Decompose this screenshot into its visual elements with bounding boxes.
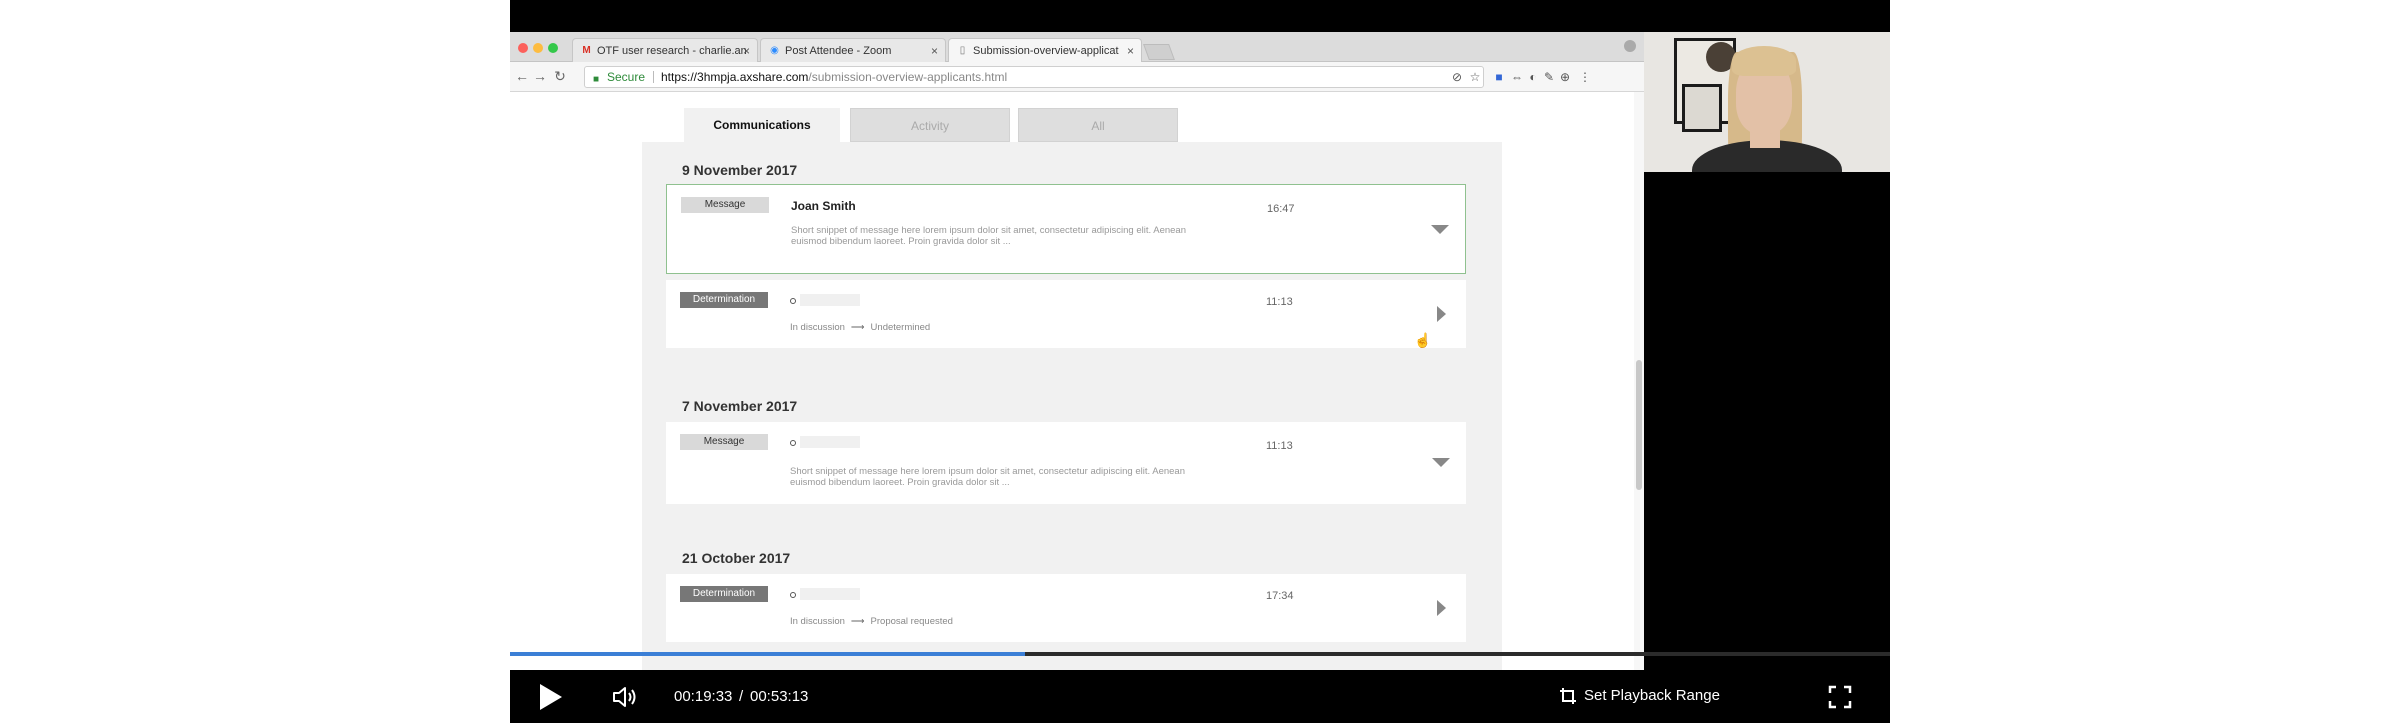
expand-chevron-right-icon[interactable] (1437, 306, 1446, 322)
redacted-name (800, 436, 860, 448)
tab-all[interactable]: All (1018, 108, 1178, 142)
extension-icon[interactable]: ✎ (1542, 70, 1556, 84)
extension-icon[interactable]: ■ (1492, 70, 1506, 84)
browser-tab-submission[interactable]: ▯ Submission-overview-applicat × (948, 38, 1142, 62)
browser-tab-gmail[interactable]: M OTF user research - charlie.an × (572, 38, 758, 62)
redacted-name (800, 588, 860, 600)
status-to: Undetermined (870, 322, 931, 333)
wall-picture-frame (1682, 84, 1722, 132)
status-to: Proposal requested (870, 616, 953, 627)
video-player[interactable]: M OTF user research - charlie.an × ◉ Pos… (510, 0, 1890, 723)
mouse-pointer-icon: ☝ (1414, 332, 1432, 348)
video-player-page: M OTF user research - charlie.an × ◉ Pos… (0, 0, 2400, 723)
status-change: In discussion ⟶ Undetermined (790, 322, 930, 333)
browser-tab-label: OTF user research - charlie.an (597, 45, 747, 57)
browser-menu-icon[interactable]: ⋮ (1578, 70, 1592, 84)
determination-card[interactable]: Determination In discussion ⟶ Proposal req… (666, 574, 1466, 642)
scrollbar-thumb[interactable] (1636, 360, 1642, 490)
date-heading: 7 November 2017 (682, 398, 1450, 424)
gmail-icon: M (582, 45, 591, 56)
tab-activity[interactable]: Activity (850, 108, 1010, 142)
new-tab-button[interactable] (1143, 44, 1175, 60)
crop-icon[interactable] (1559, 687, 1577, 705)
status-from: In discussion (790, 616, 845, 627)
browser-tab-label: Post Attendee - Zoom (785, 45, 892, 57)
webcam-video (1644, 32, 1890, 172)
sender-name: Joan Smith (791, 199, 856, 213)
back-icon[interactable]: ← (514, 68, 530, 84)
minimize-window-icon[interactable] (533, 43, 543, 53)
tab-communications[interactable]: Communications (684, 108, 840, 142)
status-change: In discussion ⟶ Proposal requested (790, 616, 953, 627)
expand-chevron-right-icon[interactable] (1437, 600, 1446, 616)
page-icon: ▯ (959, 45, 966, 56)
extension-icon[interactable]: ⇔ (1510, 70, 1524, 84)
browser-tab-label: Submission-overview-applicat (973, 45, 1119, 57)
close-tab-icon[interactable]: × (931, 39, 938, 62)
communications-feed: 9 November 2017 Message Joan Smith Short… (642, 142, 1502, 670)
address-separator (653, 71, 654, 83)
person-hair (1732, 46, 1796, 76)
browser-toolbar: ← → ↻ ■ Secure https://3hmpja.axshare.co… (510, 62, 1644, 92)
bookmark-star-icon[interactable]: ☆ (1468, 70, 1482, 84)
arrow-right-icon: ⟶ (850, 616, 865, 627)
determination-badge: Determination (680, 586, 768, 602)
close-tab-icon[interactable]: × (1127, 39, 1134, 62)
zoom-search-icon[interactable]: ⊕ (1558, 70, 1572, 84)
lock-icon: ■ (593, 74, 600, 85)
close-window-icon[interactable] (518, 43, 528, 53)
message-snippet: Short snippet of message here lorem ipsu… (790, 466, 1185, 488)
url-path: /submission-overview-applicants.html (808, 70, 1008, 84)
extension-icon[interactable]: ◐ (1526, 70, 1540, 84)
player-controls: 00:19:33 / 00:53:13 Set Playback Range (510, 670, 1890, 723)
message-badge: Message (680, 434, 768, 450)
message-time: 16:47 (1267, 203, 1295, 215)
time-separator: / (739, 688, 744, 705)
status-from: In discussion (790, 322, 845, 333)
forward-icon[interactable]: → (532, 68, 548, 84)
current-time: 00:19:33 (674, 688, 733, 705)
address-bar[interactable]: ■ Secure https://3hmpja.axshare.com/subm… (584, 66, 1484, 88)
status-dot-icon (790, 440, 796, 446)
message-snippet: Short snippet of message here lorem ipsu… (791, 225, 1186, 247)
determination-badge: Determination (680, 292, 768, 308)
close-tab-icon[interactable]: × (743, 39, 750, 62)
play-icon[interactable] (540, 684, 562, 710)
arrow-right-icon: ⟶ (850, 322, 865, 333)
determination-time: 17:34 (1266, 590, 1294, 602)
fullscreen-icon[interactable] (1828, 685, 1852, 709)
page-tabs: Communications Activity All (684, 108, 1184, 142)
redacted-name (800, 294, 860, 306)
message-card[interactable]: Message Short snippet of message here lo… (666, 422, 1466, 504)
zoom-icon: ◉ (770, 45, 779, 56)
page-scrollbar[interactable] (1634, 92, 1644, 670)
url-text: https://3hmpja.axshare.com/submission-ov… (661, 67, 1007, 87)
url-host: https://3hmpja.axshare.com (661, 70, 809, 84)
status-dot-icon (790, 592, 796, 598)
browser-tab-strip: M OTF user research - charlie.an × ◉ Pos… (510, 32, 1644, 62)
set-playback-range-button[interactable]: Set Playback Range (1584, 687, 1720, 704)
total-time: 00:53:13 (750, 688, 809, 705)
profile-icon[interactable] (1624, 40, 1636, 52)
reload-icon[interactable]: ↻ (552, 68, 568, 84)
blocked-popup-icon[interactable]: ⊘ (1450, 70, 1464, 84)
determination-time: 11:13 (1266, 296, 1293, 308)
playback-progress-bar[interactable] (510, 652, 1890, 656)
progress-fill (510, 652, 1025, 656)
secure-label: Secure (607, 70, 646, 84)
web-page: 9 November 2017 Message Joan Smith Short… (510, 92, 1644, 670)
maximize-window-icon[interactable] (548, 43, 558, 53)
volume-icon[interactable] (610, 682, 640, 712)
expand-chevron-down-icon[interactable] (1432, 458, 1450, 467)
recorded-screen: M OTF user research - charlie.an × ◉ Pos… (510, 32, 1644, 670)
determination-card[interactable]: Determination In discussion ⟶ Undetermined… (666, 280, 1466, 348)
message-card[interactable]: Message Joan Smith Short snippet of mess… (666, 184, 1466, 274)
message-time: 11:13 (1266, 440, 1293, 452)
browser-tab-zoom[interactable]: ◉ Post Attendee - Zoom × (760, 38, 946, 62)
date-heading: 21 October 2017 (682, 550, 1450, 576)
status-dot-icon (790, 298, 796, 304)
message-badge: Message (681, 197, 769, 213)
expand-chevron-down-icon[interactable] (1431, 225, 1449, 234)
